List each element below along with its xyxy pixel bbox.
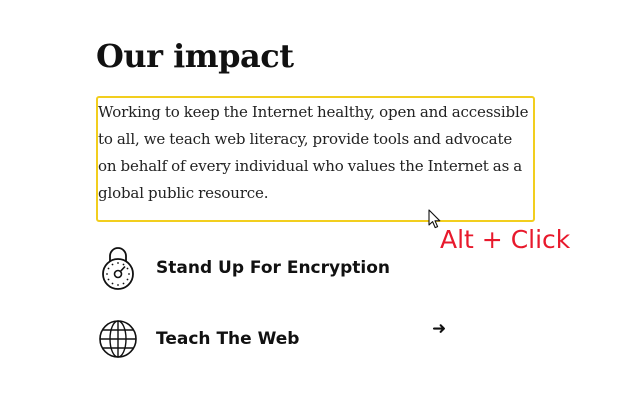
padlock-icon [98,246,138,290]
alt-click-hint: Alt + Click [440,225,571,254]
impact-item-label: Teach The Web [156,329,300,349]
arrow-right-icon[interactable]: ➜ [432,318,446,340]
impact-item-encryption[interactable]: Stand Up For Encryption [98,246,390,290]
impact-item-label: Stand Up For Encryption [156,258,390,278]
intro-text: Working to keep the Internet healthy, op… [98,103,529,202]
section-title: Our impact [96,37,294,75]
impact-item-teach-the-web[interactable]: Teach The Web [98,317,299,361]
intro-paragraph-selected[interactable]: Working to keep the Internet healthy, op… [96,96,535,222]
globe-icon [98,317,138,361]
